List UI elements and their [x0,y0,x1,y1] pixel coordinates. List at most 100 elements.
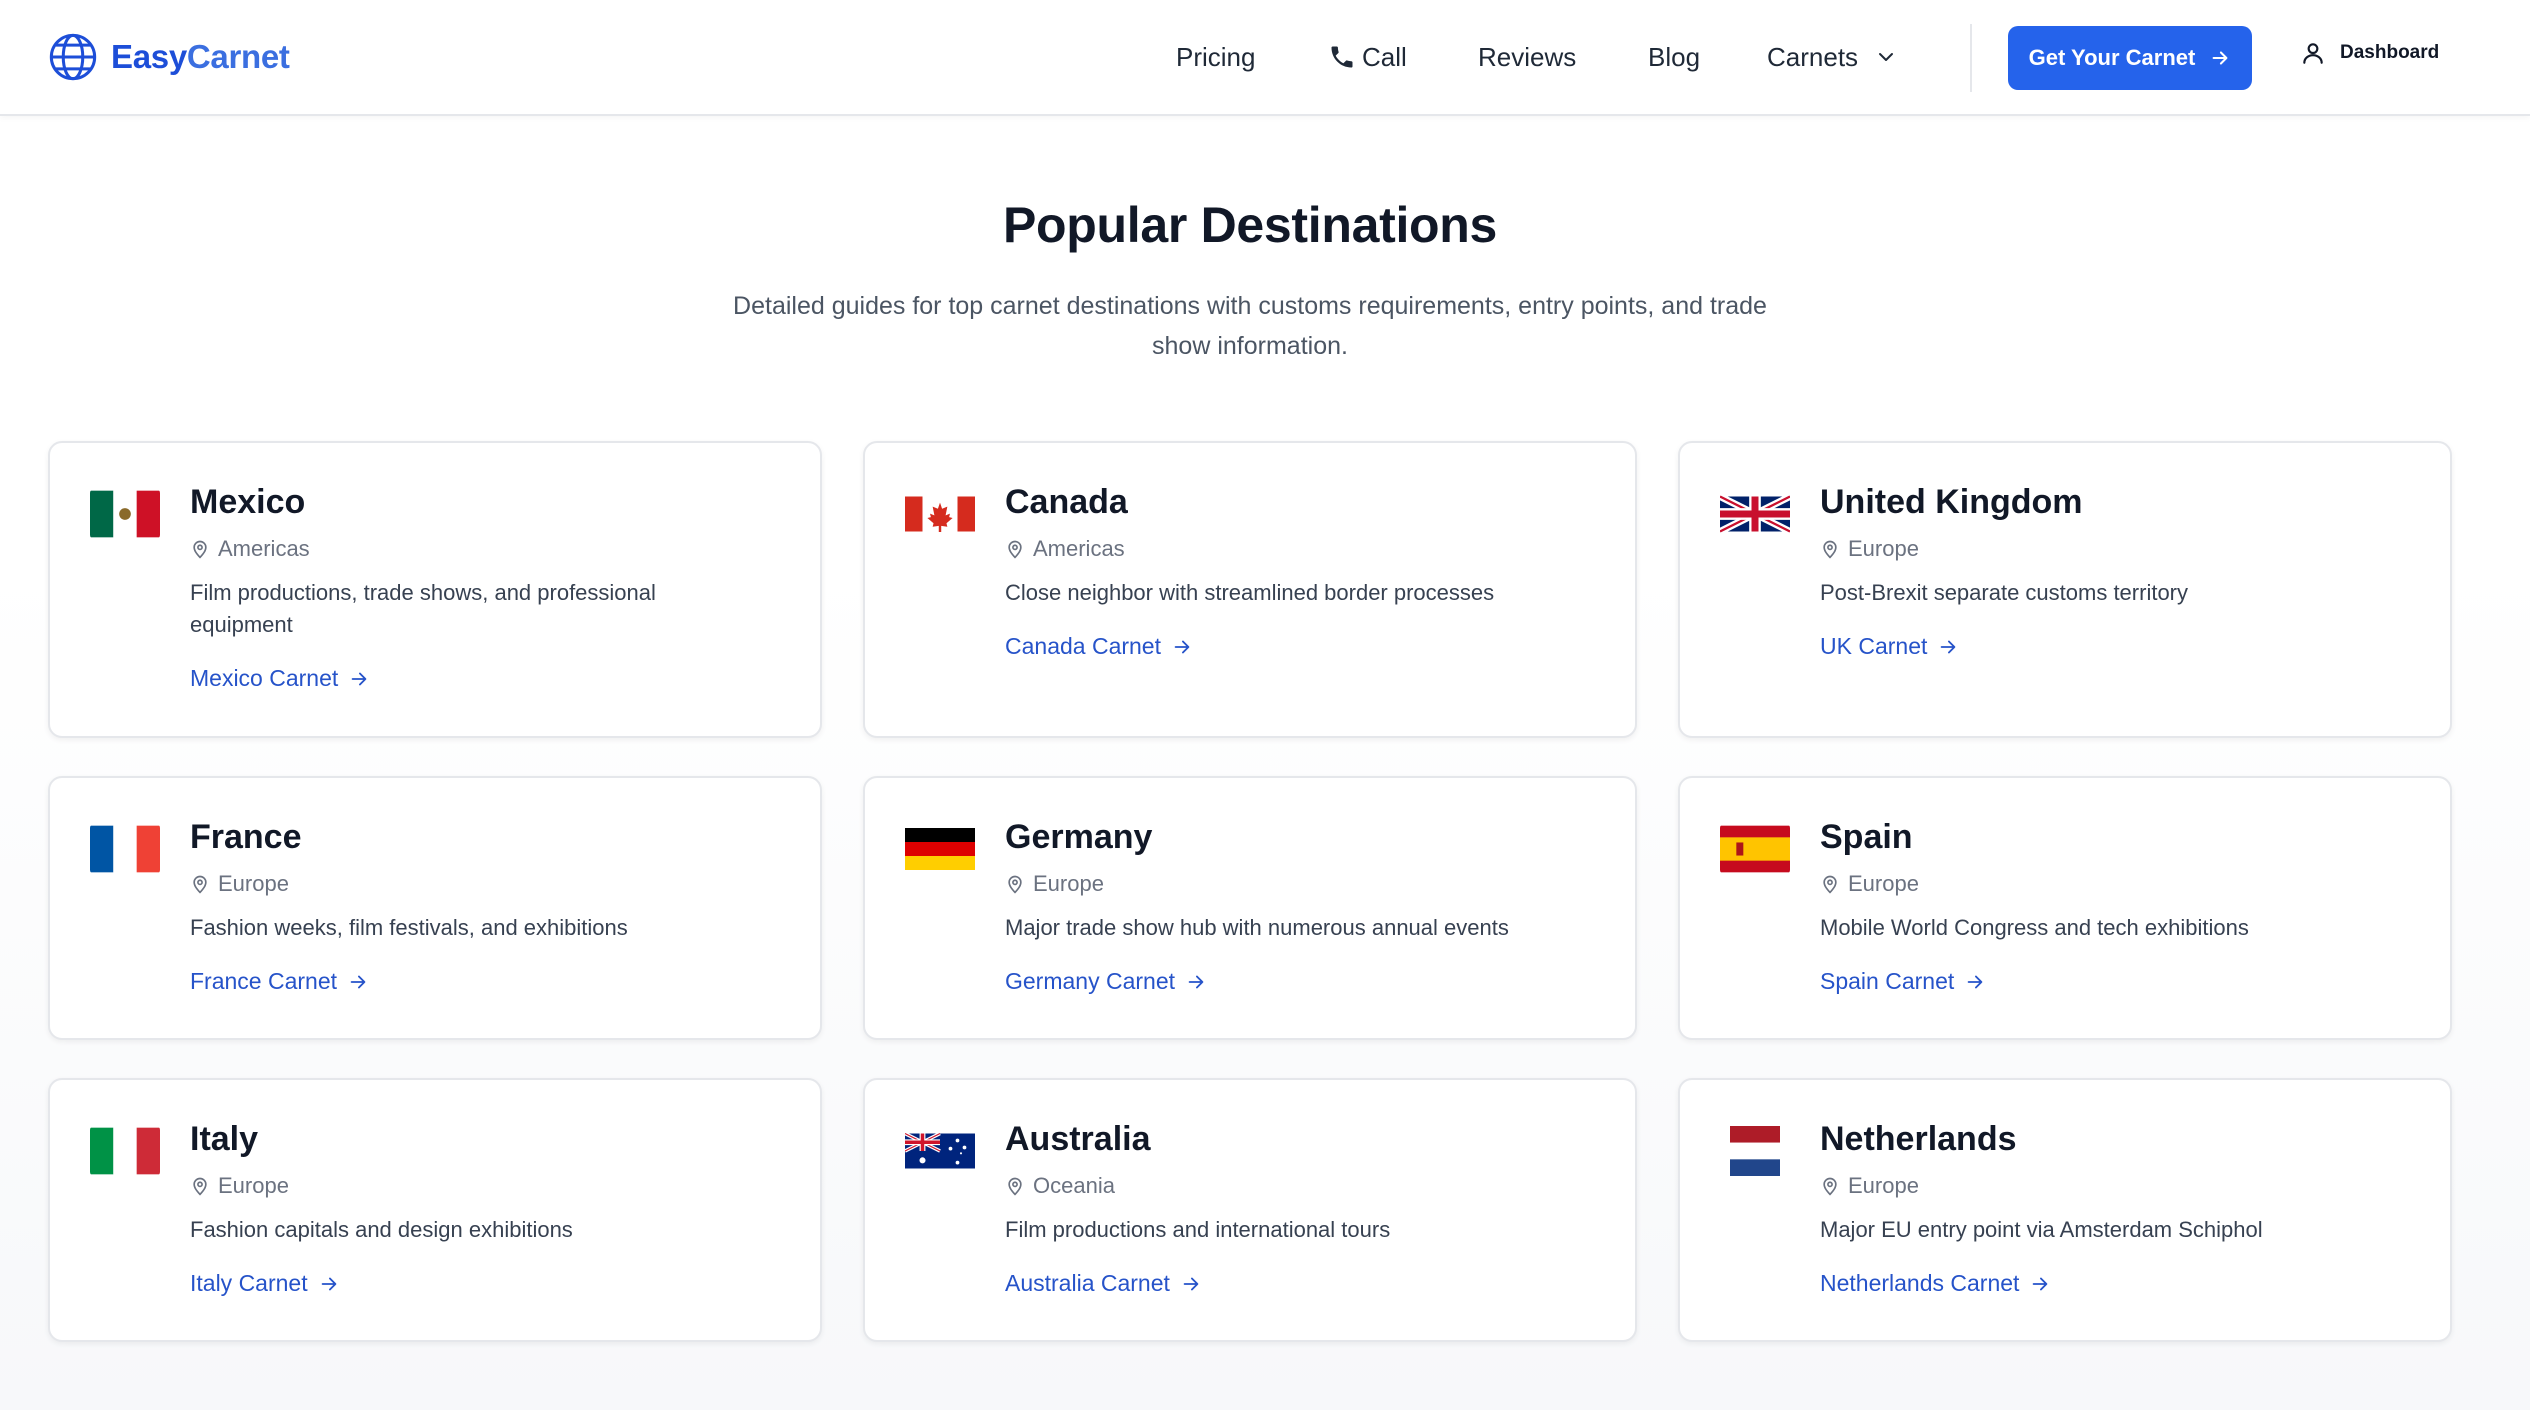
country-carnet-link[interactable]: UK Carnet [1820,633,1959,660]
country-carnet-link[interactable]: Netherlands Carnet [1820,1270,2051,1297]
destination-card-france[interactable]: France Europe Fashion weeks, film festiv… [48,776,822,1040]
map-pin-icon [1008,875,1022,894]
arrow-right-icon [2212,51,2228,65]
brand-logo[interactable]: EasyCarnet [47,30,290,84]
destination-description: Fashion weeks, film festivals, and exhib… [190,915,628,940]
destination-card-united-kingdom[interactable]: United Kingdom Europe Post-Brexit separa… [1678,441,2452,738]
region-label: Americas [190,536,310,562]
destination-card-spain[interactable]: Spain Europe Mobile World Congress and t… [1678,776,2452,1040]
arrow-right-icon [351,672,367,685]
map-pin-icon [1823,875,1837,894]
country-carnet-link[interactable]: Italy Carnet [190,1270,340,1297]
destination-card-netherlands[interactable]: Netherlands Europe Major EU entry point … [1678,1078,2452,1342]
nav-reviews-link[interactable]: Reviews [1478,38,1576,76]
dashboard-link[interactable]: Dashboard [2300,40,2439,66]
region-text: Europe [218,871,289,896]
country-name: Canada [1005,483,1128,521]
country-carnet-link[interactable]: Mexico Carnet [190,665,370,692]
phone-icon [1331,46,1353,68]
nav-call-link[interactable]: Call [1328,38,1407,76]
region-text: Americas [1033,536,1125,561]
map-pin-icon [193,875,207,894]
link-label: Australia Carnet [1005,1270,1170,1296]
destination-description: Major trade show hub with numerous annua… [1005,915,1509,940]
destination-description: Mobile World Congress and tech exhibitio… [1820,915,2249,940]
map-pin-icon [1823,1177,1837,1196]
france-flag-icon [90,824,160,874]
region-text: Europe [1033,871,1104,896]
italy-flag-icon [90,1126,160,1176]
nav-pricing-link[interactable]: Pricing [1176,38,1255,76]
nav-reviews-label: Reviews [1478,42,1577,72]
region-text: Europe [1848,536,1919,561]
region-label: Europe [190,871,289,897]
country-carnet-link[interactable]: Spain Carnet [1820,968,1986,995]
region-label: Europe [190,1173,289,1199]
top-navbar: EasyCarnet Pricing Call Reviews Blog Car… [0,0,2530,116]
arrow-right-icon [350,975,366,988]
user-icon [2303,43,2323,64]
destination-description: Post-Brexit separate customs territory [1820,580,2189,605]
country-carnet-link[interactable]: Germany Carnet [1005,968,1207,995]
country-name: Spain [1820,818,1913,856]
nav-divider [1970,24,1972,92]
country-name: Germany [1005,818,1153,856]
destination-description: Major EU entry point via Amsterdam Schip… [1820,1217,2263,1242]
arrow-right-icon [1967,975,1983,988]
dashboard-label: Dashboard [2340,42,2440,63]
nav-blog-link[interactable]: Blog [1648,38,1700,76]
country-name: Italy [190,1120,259,1158]
region-label: Europe [1820,536,1919,562]
link-label: France Carnet [190,968,338,994]
link-label: UK Carnet [1820,633,1928,659]
link-label: Netherlands Carnet [1820,1270,2020,1296]
australia-flag-icon [905,1126,975,1176]
country-name: Australia [1005,1120,1151,1158]
destination-card-mexico[interactable]: Mexico Americas Film productions, trade … [48,441,822,738]
link-label: Germany Carnet [1005,968,1176,994]
germany-flag-icon [905,824,975,874]
region-text: Europe [1848,871,1919,896]
country-name: United Kingdom [1820,483,2083,521]
spain-flag-icon [1720,824,1790,874]
mexico-flag-icon [90,489,160,539]
country-name: Mexico [190,483,306,521]
map-pin-icon [193,540,207,559]
section-subtitle: Detailed guides for top carnet destinati… [733,292,1767,360]
link-label: Italy Carnet [190,1270,308,1296]
region-text: Americas [218,536,310,561]
arrow-right-icon [2033,1277,2048,1290]
destination-card-germany[interactable]: Germany Europe Major trade show hub with… [863,776,1637,1040]
cta-label: Get Your Carnet [2028,45,2196,70]
section-title: Popular Destinations [1002,197,1498,253]
nav-carnets-dropdown[interactable]: Carnets [1767,38,1898,76]
nav-blog-label: Blog [1648,42,1701,72]
destination-card-canada[interactable]: Canada Americas Close neighbor with stre… [863,441,1637,738]
get-your-carnet-button[interactable]: Get Your Carnet [2008,26,2252,90]
region-label: Europe [1820,871,1919,897]
chevron-down-icon [1879,53,1894,61]
map-pin-icon [1823,540,1837,559]
region-label: Oceania [1005,1173,1115,1199]
brand-name: EasyCarnet [111,38,290,76]
country-name: Netherlands [1820,1120,2017,1158]
uk-flag-icon [1720,489,1790,539]
arrow-right-icon [321,1277,336,1290]
destination-description: Fashion capitals and design exhibitions [190,1217,573,1242]
region-text: Europe [218,1173,289,1198]
destination-card-italy[interactable]: Italy Europe Fashion capitals and design… [48,1078,822,1342]
arrow-right-icon [1188,975,1204,988]
country-carnet-link[interactable]: France Carnet [190,968,369,995]
region-label: Europe [1820,1173,1919,1199]
link-label: Spain Carnet [1820,968,1955,994]
region-label: Americas [1005,536,1125,562]
region-label: Europe [1005,871,1104,897]
destination-card-australia[interactable]: Australia Oceania Film productions and i… [863,1078,1637,1342]
destination-description: Film productions, trade shows, and profe… [190,580,656,637]
country-carnet-link[interactable]: Canada Carnet [1005,633,1193,660]
arrow-right-icon [1183,1277,1199,1290]
region-text: Oceania [1033,1173,1115,1198]
nav-pricing-label: Pricing [1176,42,1256,72]
canada-flag-icon [905,489,975,539]
country-carnet-link[interactable]: Australia Carnet [1005,1270,1202,1297]
